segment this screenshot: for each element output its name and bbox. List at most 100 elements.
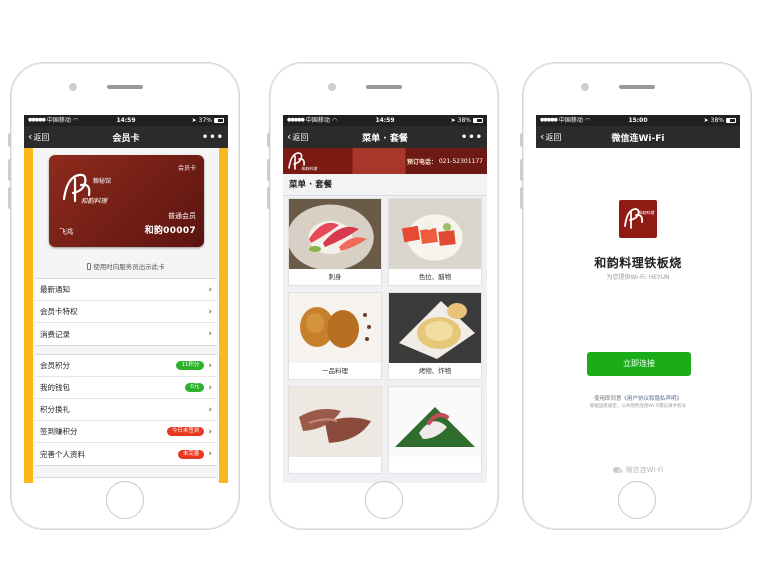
- page-title: 会员卡: [112, 133, 140, 144]
- svg-text:和韵料理: 和韵料理: [638, 210, 655, 215]
- menu-row-label: 会员卡特权: [40, 307, 78, 316]
- menu-row-check-in[interactable]: 签到赚积分 今日未签到 ›: [35, 421, 217, 443]
- wifi-ssid-line: 为您提供Wi-Fi: HEYUN: [606, 274, 670, 281]
- mute-switch: [267, 133, 270, 147]
- menu-group-account: 会员积分 11积分 › 我的钱包 0元 › 积分换礼 › 签到赚积分 今日未签到 › 完善个人…: [35, 354, 217, 466]
- dish-image: [289, 199, 381, 269]
- dish-image: [389, 387, 481, 457]
- home-button[interactable]: [106, 481, 144, 519]
- dish-image: [389, 293, 481, 363]
- earpiece-speaker: [619, 85, 655, 89]
- chevron-right-icon: ›: [208, 382, 212, 393]
- menu-row-complete-profile[interactable]: 完善个人资料 未完善 ›: [35, 443, 217, 465]
- home-button[interactable]: [618, 481, 656, 519]
- dish-card-sashimi[interactable]: 刺身: [288, 198, 382, 286]
- chevron-right-icon: ›: [208, 306, 212, 317]
- dish-caption: 色拉、醋物: [418, 273, 452, 281]
- phone-icon: [87, 263, 92, 270]
- membership-card[interactable]: 粮秘馆 和韵料理 会员卡 普通会员 和韵00007 飞鸿: [49, 155, 204, 247]
- page-title: 菜单 · 套餐: [362, 133, 408, 144]
- svg-text:和韵料理: 和韵料理: [301, 166, 318, 171]
- menu-row-label: 积分换礼: [40, 405, 70, 414]
- menu-row-points[interactable]: 会员积分 11积分 ›: [35, 355, 217, 377]
- front-camera: [69, 83, 77, 91]
- more-options-button[interactable]: •••: [461, 132, 483, 143]
- menu-row-card-privileges[interactable]: 会员卡特权 ›: [35, 301, 217, 323]
- octopus-photo-icon: [395, 407, 475, 447]
- reservation-phone[interactable]: 021-52301177: [439, 158, 483, 165]
- dish-card-octopus[interactable]: [388, 386, 482, 474]
- footer-label: 微信连Wi-Fi: [625, 466, 664, 474]
- more-options-button[interactable]: •••: [202, 132, 224, 143]
- brand-logo-icon: 和韵料理: [624, 208, 655, 229]
- menu-row-label: 完善个人资料: [40, 449, 85, 459]
- volume-down-button: [8, 187, 11, 209]
- dish-card-a-la-carte[interactable]: 一品料理: [288, 292, 382, 380]
- dish-caption: 烤物、炸物: [418, 367, 452, 375]
- menu-row-label: 会员积分: [40, 361, 70, 370]
- brand-logo-icon: 和韵料理: [288, 152, 318, 171]
- dish-card-beef[interactable]: [288, 386, 382, 474]
- reservation-label: 预订电话：: [406, 158, 437, 166]
- dish-card-grilled-fried[interactable]: 烤物、炸物: [388, 292, 482, 380]
- back-button[interactable]: ‹ 返回: [28, 131, 49, 143]
- front-camera: [581, 83, 589, 91]
- mute-switch: [8, 133, 11, 147]
- show-card-hint-text: 使用时向服务员出示此卡: [93, 263, 165, 271]
- earpiece-speaker: [107, 85, 143, 89]
- nav-bar: ‹ 返回 微信连Wi-Fi: [536, 126, 740, 148]
- page-title: 微信连Wi-Fi: [611, 133, 665, 144]
- status-time: 14:59: [116, 117, 136, 124]
- battery-label: 38%: [710, 117, 724, 124]
- nav-bar: ‹ 返回 会员卡 •••: [24, 126, 228, 148]
- connect-button[interactable]: 立即连接: [587, 352, 691, 376]
- carrier-label: 中国移动: [558, 117, 583, 124]
- screen-wifi: ●●●●● 中国移动 ◠ 15:00 ➤ 38% ‹ 返回 微信连Wi-Fi 和韵料理 …: [536, 115, 740, 483]
- dish-card-salad[interactable]: 色拉、醋物: [388, 198, 482, 286]
- dish-caption: 刺身: [328, 273, 342, 281]
- svg-text:粮秘馆: 粮秘馆: [93, 177, 111, 185]
- back-button[interactable]: ‹ 返回: [540, 131, 562, 143]
- chevron-right-icon: ›: [208, 360, 212, 371]
- carrier-label: 中国移动: [305, 117, 330, 124]
- volume-up-button: [520, 159, 523, 181]
- venue-name: 和韵料理铁板烧: [594, 256, 682, 270]
- status-time: 15:00: [628, 117, 648, 124]
- svg-text:和韵料理: 和韵料理: [81, 197, 109, 205]
- battery-icon: [472, 118, 483, 123]
- battery-label: 37%: [198, 117, 212, 124]
- menu-group-info: 最新通知 › 会员卡特权 › 消费记录 ›: [35, 278, 217, 346]
- signal-icon: ●●●●●: [540, 117, 558, 123]
- signal-icon: ●●●●●: [287, 117, 305, 123]
- menu-row-label: 我的钱包: [40, 383, 70, 392]
- menu-row-notifications[interactable]: 最新通知 ›: [35, 279, 217, 301]
- beef-photo-icon: [299, 409, 371, 443]
- brand-logo-icon: 粮秘馆 和韵料理: [62, 173, 111, 205]
- brand-logo: 和韵料理: [619, 200, 657, 238]
- chevron-right-icon: ›: [208, 426, 212, 437]
- menu-row-redeem-gifts[interactable]: 积分换礼 ›: [35, 399, 217, 421]
- member-level: 普通会员: [168, 212, 196, 220]
- volume-down-button: [267, 187, 270, 209]
- dish-image: [289, 293, 381, 363]
- croquette-photo-icon: [300, 307, 371, 348]
- user-agreement-link[interactable]: 《用户协议和隐私声明》: [622, 396, 683, 402]
- chevron-right-icon: ›: [208, 404, 212, 415]
- menu-row-wallet[interactable]: 我的钱包 0元 ›: [35, 377, 217, 399]
- menu-row-purchase-history[interactable]: 消费记录 ›: [35, 323, 217, 345]
- wifi-status-icon: ◠: [584, 117, 591, 124]
- phone-frame-wifi: ●●●●● 中国移动 ◠ 15:00 ➤ 38% ‹ 返回 微信连Wi-Fi 和韵料理 …: [520, 62, 752, 530]
- section-title: 菜单 · 套餐: [283, 174, 487, 196]
- points-badge: 11积分: [176, 361, 205, 370]
- phone-frame-membership: ●●●●● 中国移动 ◠ 14:59 ➤ 37% ‹ 返回 会员卡 ••• 粮秘馆 和韵…: [8, 62, 240, 530]
- show-card-hint: 使用时向服务员出示此卡: [24, 261, 228, 271]
- sashimi-photo-icon: [309, 222, 367, 252]
- back-label: 返回: [545, 132, 562, 142]
- wallet-badge: 0元: [185, 383, 205, 392]
- wechat-wifi-icon: [612, 467, 623, 474]
- back-button[interactable]: ‹ 返回: [287, 131, 308, 143]
- agreement-line: 使用即同意《用户协议和隐私声明》: [536, 394, 740, 402]
- salad-photo-icon: [401, 220, 456, 246]
- location-icon: ➤: [191, 117, 197, 124]
- home-button[interactable]: [365, 481, 403, 519]
